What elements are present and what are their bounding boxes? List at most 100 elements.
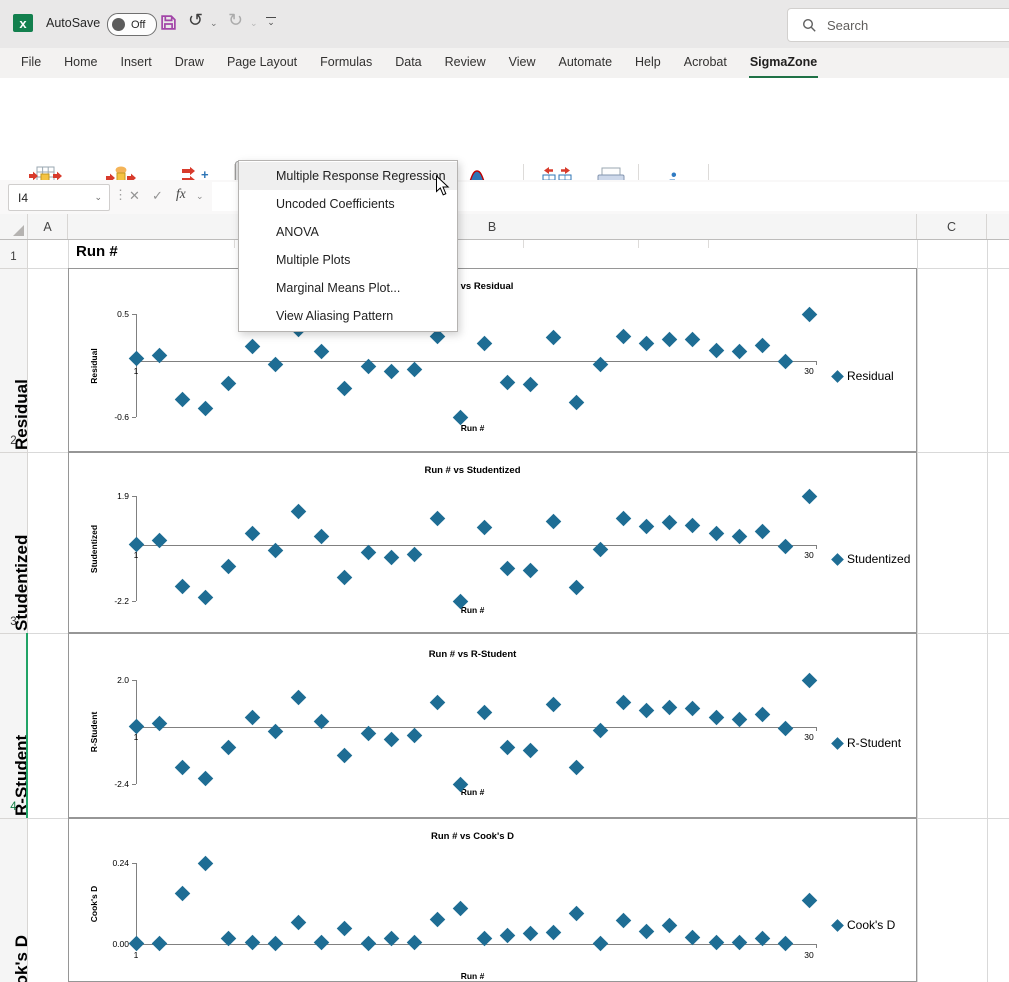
x-tick-last: 30 [795, 550, 823, 560]
data-point-marker [267, 936, 283, 952]
legend-label: Cook's D [847, 918, 895, 932]
data-point-marker [732, 712, 748, 728]
data-point-marker [337, 921, 353, 937]
data-point-marker [662, 514, 678, 530]
menu-item-multiple-response-regression[interactable]: Multiple Response Regression [239, 162, 457, 190]
data-point-marker [198, 590, 214, 606]
redo-chevron-icon[interactable]: ⌄ [250, 18, 258, 29]
search-placeholder: Search [827, 18, 868, 33]
data-point-marker [778, 936, 794, 952]
row-header-1[interactable]: 1 [0, 251, 27, 263]
data-point-marker [198, 855, 214, 871]
tab-data[interactable]: Data [394, 48, 422, 78]
data-point-marker [151, 936, 167, 952]
tab-formulas[interactable]: Formulas [319, 48, 373, 78]
chart-legend: R-Student [833, 736, 901, 750]
y-axis-tick [132, 601, 136, 602]
column-header-a[interactable]: A [28, 214, 68, 239]
column-header-c[interactable]: C [917, 214, 987, 239]
data-point-marker [616, 913, 632, 929]
data-point-marker [291, 689, 307, 705]
data-point-marker [616, 511, 632, 527]
data-point-marker [430, 911, 446, 927]
data-point-marker [639, 336, 655, 352]
column-header-b[interactable]: B [68, 214, 917, 239]
title-bar: x AutoSave Off ↺ ⌄ ↻ ⌄ ⌄ Search [0, 0, 1009, 48]
name-box[interactable]: I4 ⌄ [8, 184, 110, 211]
autosave-toggle[interactable]: Off [107, 13, 157, 36]
data-point-marker [360, 544, 376, 560]
y-axis-tick [132, 496, 136, 497]
data-point-marker [801, 488, 817, 504]
search-input[interactable]: Search [787, 8, 1009, 42]
chart-y-axis-label: Residual [89, 348, 99, 383]
data-point-marker [801, 306, 817, 322]
cell-b1-title: Run # [76, 243, 118, 260]
menu-item-anova[interactable]: ANOVA [239, 218, 457, 246]
chart-run-vs-residual[interactable]: Run # vs ResidualResidual0.5-0.6130Run #… [68, 268, 917, 452]
data-point-marker [175, 579, 191, 595]
tab-page-layout[interactable]: Page Layout [226, 48, 298, 78]
chart-title: Run # vs R-Student [136, 649, 809, 660]
data-point-marker [383, 550, 399, 566]
data-point-marker [755, 524, 771, 540]
tab-home[interactable]: Home [63, 48, 98, 78]
x-axis-line [136, 361, 816, 362]
chart-run-vs-r-student[interactable]: Run # vs R-StudentR-Student2.0-2.4130Run… [68, 633, 917, 818]
tab-view[interactable]: View [508, 48, 537, 78]
data-point-marker [546, 697, 562, 713]
x-axis-line [136, 545, 816, 546]
chart-title: Run # vs Studentized [136, 465, 809, 476]
name-box-chevron-icon[interactable]: ⌄ [94, 192, 102, 203]
undo-button[interactable]: ↺ [188, 10, 203, 31]
x-axis-end-tick [816, 944, 817, 948]
save-icon[interactable] [160, 14, 177, 36]
data-point-marker [616, 329, 632, 345]
chart-x-axis-label: Run # [136, 971, 809, 981]
data-point-marker [244, 710, 260, 726]
select-all-corner[interactable] [0, 214, 28, 239]
data-point-marker [732, 935, 748, 951]
row-header-gridline [0, 818, 27, 819]
cancel-entry-icon[interactable]: ✕ [129, 188, 140, 204]
tab-sigmazone[interactable]: SigmaZone [749, 48, 818, 78]
x-tick-last: 30 [795, 950, 823, 960]
menu-item-uncoded-coefficients[interactable]: Uncoded Coefficients [239, 190, 457, 218]
menu-item-view-aliasing-pattern[interactable]: View Aliasing Pattern [239, 302, 457, 330]
legend-label: Residual [847, 369, 894, 383]
data-point-marker [221, 559, 237, 575]
data-point-marker [662, 332, 678, 348]
svg-text:x: x [19, 16, 27, 31]
data-point-marker [592, 723, 608, 739]
data-point-marker [151, 533, 167, 549]
legend-marker-icon [831, 919, 844, 932]
confirm-entry-icon[interactable]: ✓ [152, 188, 163, 204]
quick-access-more-icon[interactable]: ⌄ [266, 17, 276, 26]
formula-bar: I4 ⌄ ⋮ ✕ ✓ fx ⌄ [0, 180, 1009, 215]
autosave-state: Off [131, 19, 145, 31]
menu-item-multiple-plots[interactable]: Multiple Plots [239, 246, 457, 274]
tab-file[interactable]: File [20, 48, 42, 78]
data-point-marker [523, 376, 539, 392]
insert-function-button[interactable]: fx [176, 186, 186, 202]
undo-chevron-icon[interactable]: ⌄ [210, 18, 218, 29]
data-point-marker [755, 707, 771, 723]
tab-review[interactable]: Review [444, 48, 487, 78]
data-point-marker [198, 401, 214, 417]
chart-run-vs-cook-s-d[interactable]: Run # vs Cook's DCook's D0.240.00130Run … [68, 818, 917, 982]
tab-help[interactable]: Help [634, 48, 662, 78]
tab-insert[interactable]: Insert [120, 48, 153, 78]
redo-button[interactable]: ↻ [228, 10, 243, 31]
data-point-marker [476, 705, 492, 721]
legend-marker-icon [831, 737, 844, 750]
chart-run-vs-studentized[interactable]: Run # vs StudentizedStudentized1.9-2.213… [68, 452, 917, 633]
tab-automate[interactable]: Automate [558, 48, 614, 78]
tab-acrobat[interactable]: Acrobat [683, 48, 728, 78]
formula-bar-divider: ⋮ [114, 187, 127, 203]
row-header-gridline [0, 452, 27, 453]
menu-item-marginal-means-plot[interactable]: Marginal Means Plot... [239, 274, 457, 302]
legend-label: R-Student [847, 736, 901, 750]
data-point-marker [151, 715, 167, 731]
legend-marker-icon [831, 370, 844, 383]
tab-draw[interactable]: Draw [174, 48, 205, 78]
